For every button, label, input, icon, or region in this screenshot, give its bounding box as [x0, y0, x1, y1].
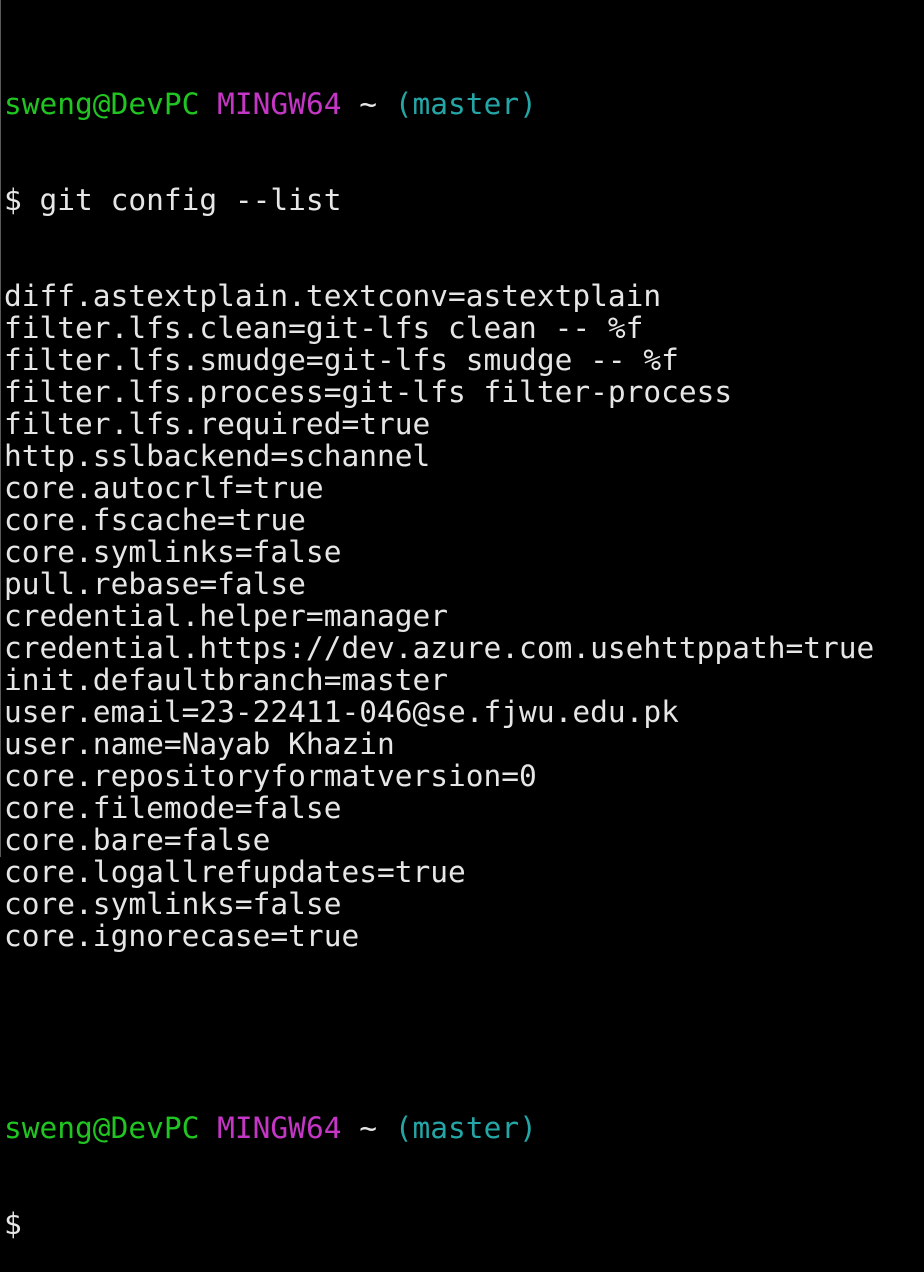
output-line: pull.rebase=false — [4, 567, 306, 601]
output-line: filter.lfs.smudge=git-lfs smudge -- %f — [4, 343, 679, 377]
output-line: filter.lfs.clean=git-lfs clean -- %f — [4, 311, 644, 345]
prompt-system: MINGW64 — [217, 87, 342, 121]
output-line: filter.lfs.required=true — [4, 407, 431, 441]
output-line: http.sslbackend=schannel — [4, 439, 431, 473]
prompt-branch: (master) — [394, 1111, 537, 1145]
command-output: diff.astextplain.textconv=astextplain fil… — [4, 280, 924, 952]
output-line: init.defaultbranch=master — [4, 663, 449, 697]
prompt-path: ~ — [359, 87, 377, 121]
command-input-line[interactable]: $ — [4, 1208, 924, 1240]
output-line: credential.https://dev.azure.com.usehttp… — [4, 631, 875, 665]
output-line: core.filemode=false — [4, 791, 342, 825]
output-line: core.repositoryformatversion=0 — [4, 759, 537, 793]
cursor-prompt: $ — [4, 1207, 22, 1241]
output-line: diff.astextplain.textconv=astextplain — [4, 279, 662, 313]
output-line: core.ignorecase=true — [4, 919, 360, 953]
prompt-user-host: sweng@DevPC — [4, 87, 200, 121]
output-line: credential.helper=manager — [4, 599, 449, 633]
prompt-path: ~ — [359, 1111, 377, 1145]
prompt-line: sweng@DevPC MINGW64 ~ (master) — [4, 88, 924, 120]
output-line: core.autocrlf=true — [4, 471, 324, 505]
output-line: core.bare=false — [4, 823, 271, 857]
prompt-system: MINGW64 — [217, 1111, 342, 1145]
prompt-line-current: sweng@DevPC MINGW64 ~ (master) — [4, 1112, 924, 1144]
output-line: core.logallrefupdates=true — [4, 855, 466, 889]
prompt-branch: (master) — [394, 87, 537, 121]
output-line: filter.lfs.process=git-lfs filter-proces… — [4, 375, 733, 409]
output-line: core.symlinks=false — [4, 887, 342, 921]
output-line: user.name=Nayab Khazin — [4, 727, 395, 761]
output-line: core.symlinks=false — [4, 535, 342, 569]
terminal-window[interactable]: sweng@DevPC MINGW64 ~ (master) $ git con… — [0, 0, 924, 1240]
output-line: core.fscache=true — [4, 503, 306, 537]
command-line: $ git config --list — [4, 183, 342, 217]
prompt-user-host: sweng@DevPC — [4, 1111, 200, 1145]
output-line: user.email=23-22411-046@se.fjwu.edu.pk — [4, 695, 679, 729]
